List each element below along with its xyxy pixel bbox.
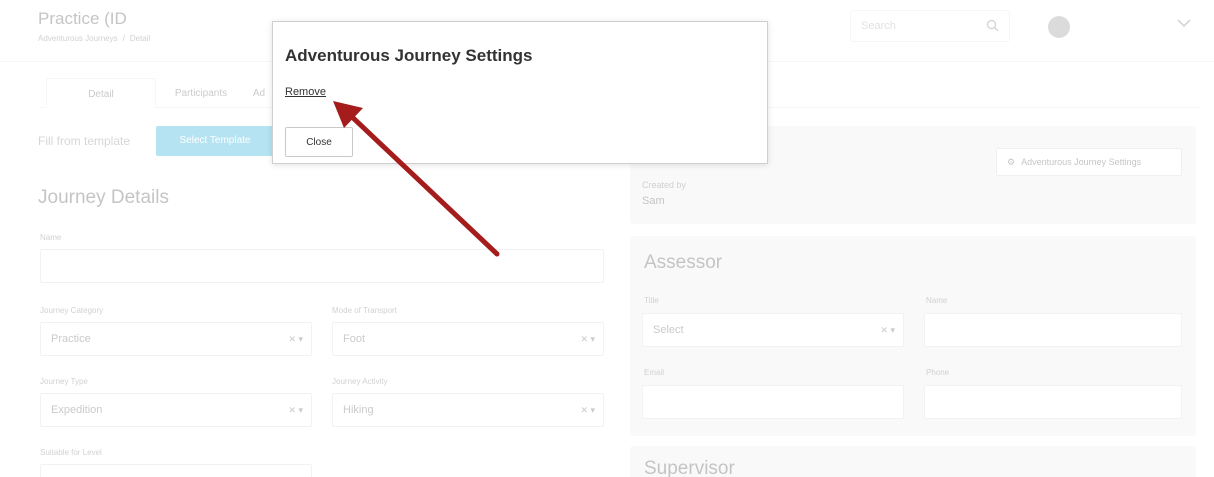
assessor-email-input[interactable] bbox=[642, 385, 904, 419]
tab-detail[interactable]: Detail bbox=[46, 78, 156, 108]
journey-type-value: Expedition bbox=[51, 404, 103, 416]
assessor-title-select[interactable]: Select ✕ ▾ bbox=[642, 313, 904, 347]
assessor-name-input[interactable] bbox=[924, 313, 1182, 347]
remove-link[interactable]: Remove bbox=[285, 86, 326, 98]
journey-activity-label: Journey Activity bbox=[332, 377, 388, 386]
avatar[interactable] bbox=[1048, 16, 1070, 38]
search-placeholder: Search bbox=[861, 20, 896, 32]
name-input[interactable] bbox=[40, 249, 604, 283]
assessor-title-label: Title bbox=[644, 296, 659, 305]
journey-activity-select[interactable]: Hiking ✕ ▾ bbox=[332, 393, 604, 427]
breadcrumb: Adventurous Journeys / Detail bbox=[38, 34, 150, 43]
close-button[interactable]: Close bbox=[285, 127, 353, 157]
name-label: Name bbox=[40, 233, 62, 242]
assessor-name-label: Name bbox=[926, 296, 948, 305]
breadcrumb-item: Detail bbox=[129, 34, 151, 43]
journey-category-select[interactable]: Practice ✕ ▾ bbox=[40, 322, 312, 356]
assessor-email-label: Email bbox=[644, 368, 665, 377]
clear-dropdown-icon[interactable]: ✕ ▾ bbox=[288, 334, 303, 345]
select-template-button[interactable]: Select Template bbox=[156, 126, 274, 156]
suitable-for-level-select[interactable] bbox=[40, 464, 312, 477]
tab-adventurous[interactable]: Ad bbox=[246, 78, 272, 108]
mode-of-transport-value: Foot bbox=[343, 333, 366, 345]
fill-from-template-label: Fill from template bbox=[38, 134, 131, 148]
suitable-for-level-label: Suitable for Level bbox=[40, 448, 102, 457]
breadcrumb-item[interactable]: Adventurous Journeys bbox=[38, 34, 118, 43]
assessor-phone-input[interactable] bbox=[924, 385, 1182, 419]
mode-of-transport-select[interactable]: Foot ✕ ▾ bbox=[332, 322, 604, 356]
journey-type-label: Journey Type bbox=[40, 377, 88, 386]
assessor-phone-label: Phone bbox=[926, 368, 950, 377]
journey-category-label: Journey Category bbox=[40, 306, 104, 315]
clear-dropdown-icon[interactable]: ✕ ▾ bbox=[880, 325, 895, 336]
journey-activity-value: Hiking bbox=[343, 404, 374, 416]
journey-type-select[interactable]: Expedition ✕ ▾ bbox=[40, 393, 312, 427]
created-by-value: Sam bbox=[642, 195, 665, 207]
search-icon bbox=[986, 19, 999, 32]
mode-of-transport-label: Mode of Transport bbox=[332, 306, 397, 315]
assessor-title-placeholder: Select bbox=[653, 324, 684, 336]
modal-title: Adventurous Journey Settings bbox=[285, 46, 533, 65]
clear-dropdown-icon[interactable]: ✕ ▾ bbox=[580, 334, 595, 345]
search-input[interactable]: Search bbox=[850, 10, 1010, 42]
settings-button-label: Adventurous Journey Settings bbox=[1021, 157, 1142, 167]
clear-dropdown-icon[interactable]: ✕ ▾ bbox=[288, 405, 303, 416]
chevron-down-icon[interactable] bbox=[1176, 18, 1192, 28]
supervisor-title: Supervisor bbox=[644, 458, 735, 477]
gear-icon: ⚙ bbox=[1007, 157, 1016, 167]
journey-details-title: Journey Details bbox=[38, 187, 169, 208]
clear-dropdown-icon[interactable]: ✕ ▾ bbox=[580, 405, 595, 416]
page-title: Practice (ID bbox=[38, 9, 127, 28]
created-by-label: Created by bbox=[642, 180, 687, 190]
breadcrumb-separator: / bbox=[122, 34, 125, 43]
assessor-title: Assessor bbox=[644, 252, 723, 273]
tab-participants[interactable]: Participants bbox=[156, 78, 246, 108]
settings-modal: Adventurous Journey Settings Remove Clos… bbox=[272, 21, 768, 164]
adventurous-journey-settings-button[interactable]: ⚙ Adventurous Journey Settings bbox=[996, 148, 1182, 176]
journey-category-value: Practice bbox=[51, 333, 91, 345]
